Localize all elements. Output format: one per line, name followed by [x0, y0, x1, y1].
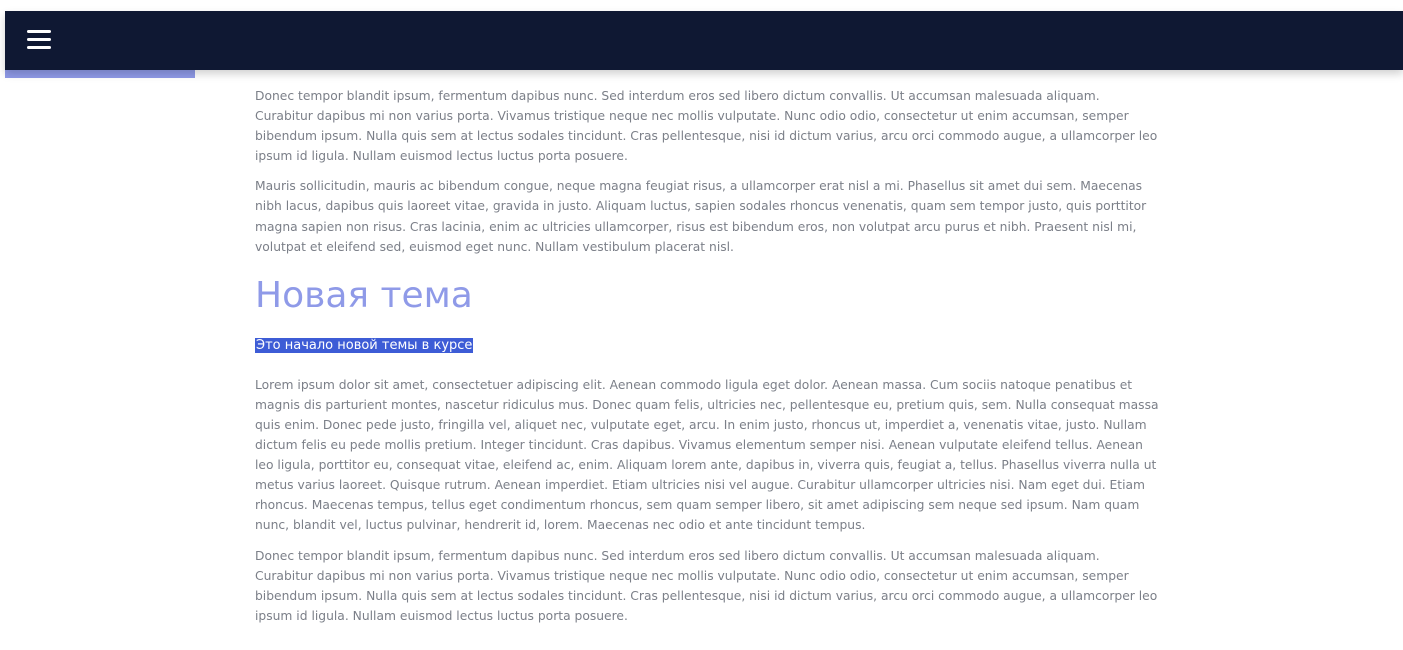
selected-text[interactable]: Это начало новой темы в курсе	[255, 337, 474, 353]
lesson-content: Donec tempor blandit ipsum, fermentum da…	[255, 86, 1160, 636]
reading-progress-fill	[5, 70, 196, 78]
top-navigation-bar	[5, 11, 1403, 70]
paragraph: Mauris sollicitudin, mauris ac bibendum …	[255, 179, 1147, 254]
reading-progress-bar	[5, 70, 1403, 78]
paragraph: Lorem ipsum dolor sit amet, consectetuer…	[255, 377, 1159, 533]
hamburger-menu-icon[interactable]	[27, 27, 51, 51]
course-page: Donec tempor blandit ipsum, fermentum da…	[0, 0, 1403, 650]
paragraph: Donec tempor blandit ipsum, fermentum da…	[255, 548, 1158, 623]
paragraph: Donec tempor blandit ipsum, fermentum da…	[255, 89, 1158, 164]
section-subtitle: Это начало новой темы в курсе	[255, 336, 1160, 356]
section-title: Новая тема	[255, 274, 473, 316]
